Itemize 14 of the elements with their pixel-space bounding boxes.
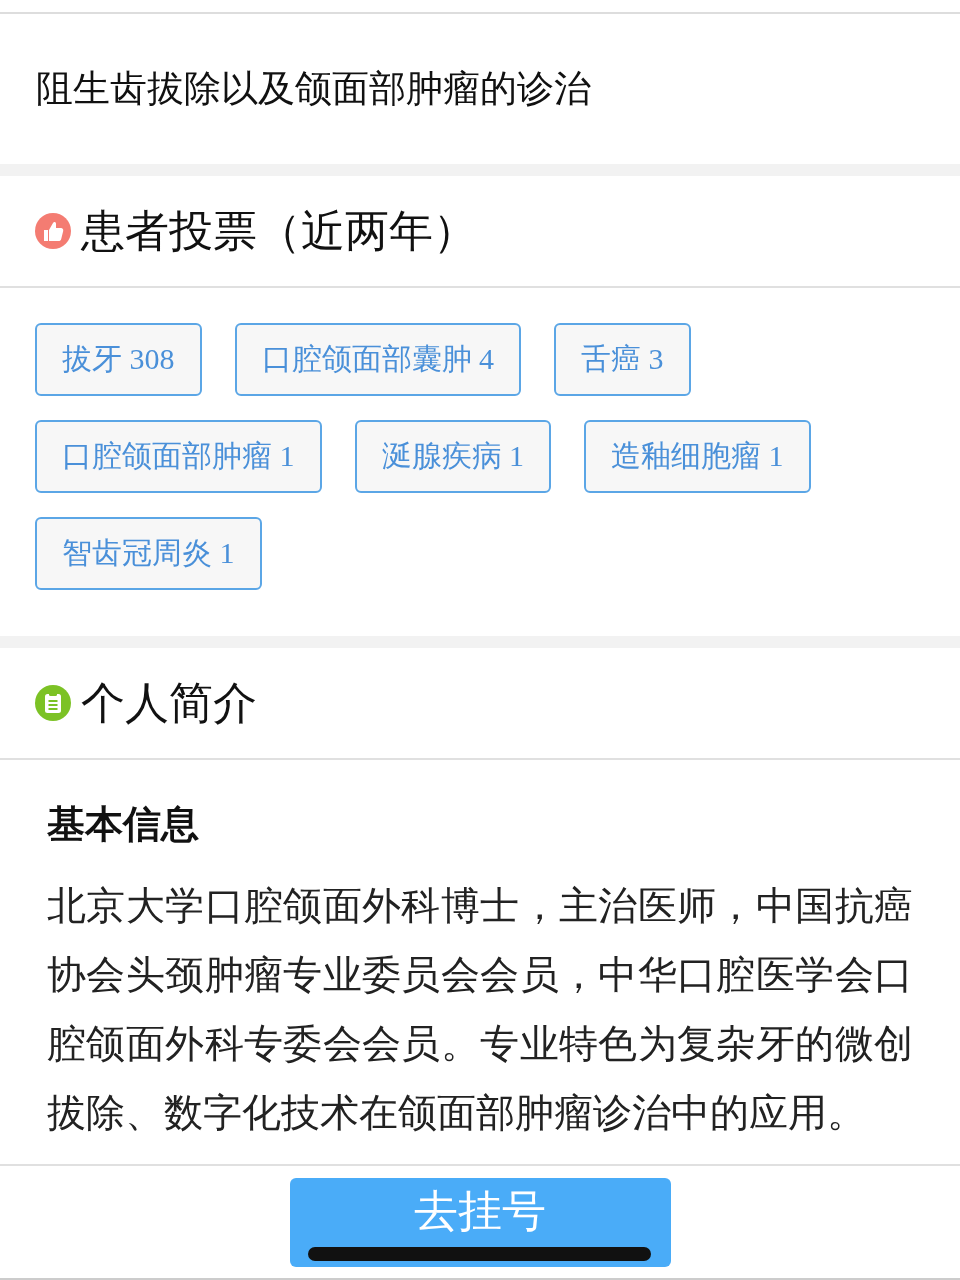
profile-text: 北京大学口腔颌面外科博士，主治医师，中国抗癌协会头颈肿瘤专业委员会会员，中华口腔医学会口腔颌面外科专委会会员。专业特色为复杂牙的微创拔除、数字化技术在颌面部肿瘤诊治中的应用。 bbox=[47, 882, 913, 1138]
disease-tag[interactable]: 智齿冠周炎 1 bbox=[35, 517, 262, 590]
disease-tag[interactable]: 涎腺疾病 1 bbox=[354, 420, 551, 493]
profile-subtitle: 基本信息 bbox=[47, 801, 199, 848]
disease-tag[interactable]: 造釉细胞瘤 1 bbox=[584, 420, 811, 493]
disease-tag[interactable]: 拔牙 308 bbox=[35, 323, 202, 396]
thumbs-up-icon bbox=[35, 213, 71, 249]
clipboard-icon bbox=[35, 685, 71, 721]
disease-tag[interactable]: 口腔颌面部囊肿 4 bbox=[234, 323, 521, 396]
disease-tag[interactable]: 口腔颌面部肿瘤 1 bbox=[35, 420, 322, 493]
specialty-text: 阻生齿拔除以及颌面部肿瘤的诊治 bbox=[36, 66, 591, 112]
section-title: 患者投票（近两年） bbox=[81, 204, 477, 258]
section-title: 个人简介 bbox=[81, 676, 257, 730]
disease-tag[interactable]: 舌癌 3 bbox=[554, 323, 691, 396]
